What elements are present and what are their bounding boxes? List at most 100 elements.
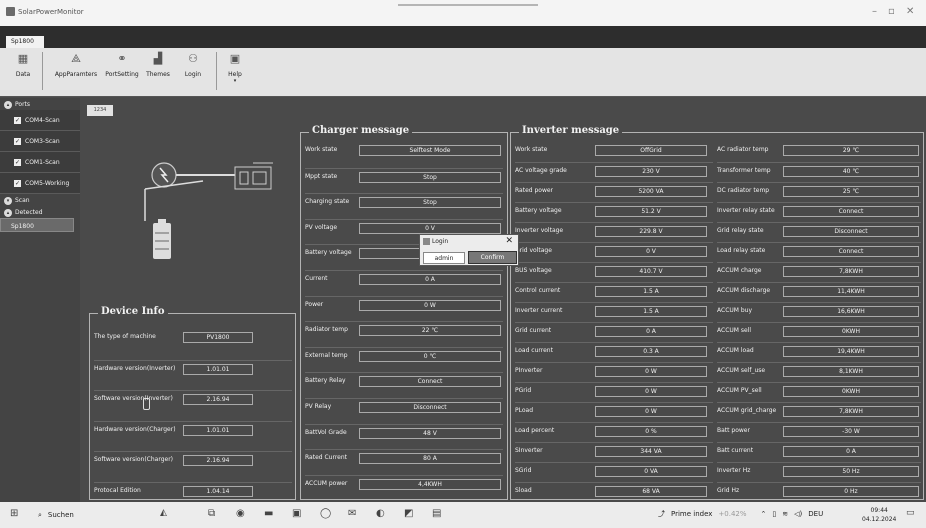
field-label: AC radiator temp — [717, 146, 769, 153]
browser-icon[interactable]: ◯ — [320, 508, 331, 519]
field-label: PLoad — [515, 407, 534, 414]
app-parameters-icon: ⟁ — [71, 52, 81, 65]
info-row: Rated power 5200 VA — [515, 182, 713, 199]
info-row: Batt current 0 A — [717, 442, 921, 459]
mail-icon[interactable]: ✉ — [348, 508, 356, 519]
ribbon-separator — [216, 52, 217, 90]
checkbox-icon[interactable]: ✓ — [14, 179, 21, 187]
sidebar-item-com4[interactable]: ✓ COM4-Scan — [0, 110, 80, 131]
info-row: BUS voltage 410.7 V — [515, 262, 713, 279]
username-field[interactable] — [423, 252, 465, 264]
close-icon[interactable]: ✕ — [505, 236, 513, 246]
data-icon: ▦ — [17, 52, 29, 65]
stock-chart-icon: ⤴ — [658, 510, 665, 518]
field-label: Software version(Inverter) — [94, 395, 173, 402]
windows-start-icon[interactable]: ⊞ — [10, 508, 18, 519]
info-row: Software version(Charger) 2.16.94 — [94, 451, 292, 468]
widget-icon[interactable]: ◭ — [160, 508, 167, 518]
ribbon-login-button[interactable]: ⚇ Login — [178, 52, 208, 78]
sidebar-item-detected-device[interactable]: Sp1800 — [0, 218, 74, 232]
themes-icon: ▟ — [153, 52, 163, 65]
sidebar-header-detected[interactable]: ▴ Detected — [0, 206, 80, 218]
info-row: ACCUM charge 7,8KWH — [717, 262, 921, 279]
field-value: PV1800 — [183, 332, 253, 343]
solar-app-icon[interactable]: ◩ — [404, 508, 413, 519]
task-view-icon[interactable]: ⧉ — [208, 508, 215, 519]
battery-icon[interactable]: ▯ — [772, 510, 776, 518]
field-label: ACCUM load — [717, 347, 754, 354]
field-value: 80 A — [359, 453, 501, 465]
field-label: AC voltage grade — [515, 167, 567, 174]
sidebar-item-com5[interactable]: ✓ COM5-Working — [0, 173, 80, 194]
inverter-message-panel: Inverter message Work state OffGrid AC vol… — [510, 125, 924, 500]
clock[interactable]: 09:44 04.12.2024 — [862, 506, 896, 524]
sidebar-item-com1[interactable]: ✓ COM1-Scan — [0, 152, 80, 173]
drag-handle[interactable] — [398, 4, 538, 10]
edge-icon[interactable]: ◐ — [376, 508, 385, 519]
notification-icon[interactable]: ▭ — [906, 508, 915, 518]
info-row: Load current 0.3 A — [515, 342, 713, 359]
field-label: Batt current — [717, 447, 754, 454]
info-row: Work state Selftest Mode — [305, 142, 503, 159]
chevron-up-icon[interactable]: ⌃ — [761, 510, 767, 518]
chrome-icon[interactable]: ◉ — [236, 508, 245, 519]
field-label: Current — [305, 275, 328, 282]
window-app-icon[interactable]: ▤ — [432, 508, 441, 519]
info-row: Work state OffGrid — [515, 142, 713, 159]
field-value: 0 W — [359, 299, 501, 311]
store-icon[interactable]: ▣ — [292, 508, 301, 519]
app-icon[interactable]: ▬ — [264, 508, 273, 519]
field-label: Control current — [515, 287, 561, 294]
info-row: Grid voltage 0 V — [515, 242, 713, 259]
field-value: 22 ℃ — [359, 325, 501, 337]
field-value: 4,4KWH — [359, 478, 501, 490]
device-tab-strip: Sp1800 — [0, 26, 926, 48]
info-row: Charging state Stop — [305, 193, 503, 210]
confirm-button[interactable]: Confirm — [468, 251, 517, 264]
checkbox-icon[interactable]: ✓ — [14, 137, 21, 145]
ribbon-help-button[interactable]: ▣ Help ▾ — [222, 52, 248, 84]
info-row: Load relay state Connect — [717, 242, 921, 259]
login-icon: ⚇ — [188, 52, 198, 65]
field-label: The type of machine — [94, 333, 156, 340]
checkbox-icon[interactable]: ✓ — [14, 158, 21, 166]
field-value: 0 A — [783, 446, 919, 457]
info-row: Battery Relay Connect — [305, 372, 503, 389]
maximize-icon[interactable]: ▫ — [888, 6, 895, 17]
field-value: 1.01.01 — [183, 363, 253, 375]
tab-device-id[interactable]: 1234 — [87, 105, 113, 116]
field-value: 25 ℃ — [783, 186, 919, 197]
minimize-icon[interactable]: – — [872, 6, 877, 17]
network-icon[interactable]: ≋ — [782, 510, 788, 518]
info-row: Battery voltage 51.2 V — [515, 202, 713, 219]
ribbon-portsetting-button[interactable]: ⚭ PortSetting — [102, 52, 142, 78]
charger-message-panel: Charger message Work state Selftest Mode M… — [300, 125, 508, 500]
checkbox-icon[interactable]: ✓ — [14, 116, 21, 124]
charger-message-title: Charger message — [309, 125, 413, 136]
app-window: SolarPowerMonitor – ▫ ✕ Sp1800 ▦ Data ⟁ … — [0, 0, 926, 502]
info-row: Inverter relay state Connect — [717, 202, 921, 219]
ribbon-data-button[interactable]: ▦ Data — [10, 52, 36, 78]
field-label: BattVol Grade — [305, 428, 347, 436]
ribbon-separator — [42, 52, 43, 90]
close-icon[interactable]: ✕ — [906, 6, 914, 17]
ribbon-appparameters-button[interactable]: ⟁ AppParamters — [52, 52, 100, 78]
sidebar-header-scan[interactable]: ▾ Scan — [0, 194, 80, 206]
sidebar-item-com3[interactable]: ✓ COM3-Scan — [0, 131, 80, 152]
login-dialog: Login ✕ Confirm — [419, 234, 519, 266]
volume-icon[interactable]: ◁) — [794, 510, 802, 518]
info-row: Inverter voltage 229.8 V — [515, 222, 713, 239]
language-indicator[interactable]: DEU — [808, 510, 823, 518]
field-label: SInverter — [515, 447, 543, 454]
tab-device[interactable]: Sp1800 — [6, 36, 44, 48]
taskbar-search[interactable]: ⌕ Suchen — [32, 507, 144, 523]
sidebar-header-ports[interactable]: ▴ Ports — [0, 98, 80, 110]
ribbon-themes-button[interactable]: ▟ Themes — [144, 52, 172, 78]
info-row: Rated Current 80 A — [305, 449, 503, 466]
system-tray: ⤴ Prime index +0.42% ⌃ ▯ ≋ ◁) DEU — [658, 509, 823, 519]
field-value: 16,6KWH — [783, 306, 919, 317]
window-title: SolarPowerMonitor — [18, 8, 84, 16]
title-bar: SolarPowerMonitor – ▫ ✕ — [0, 0, 926, 26]
field-value: Disconnect — [783, 226, 919, 237]
stock-name[interactable]: Prime index — [671, 510, 712, 518]
